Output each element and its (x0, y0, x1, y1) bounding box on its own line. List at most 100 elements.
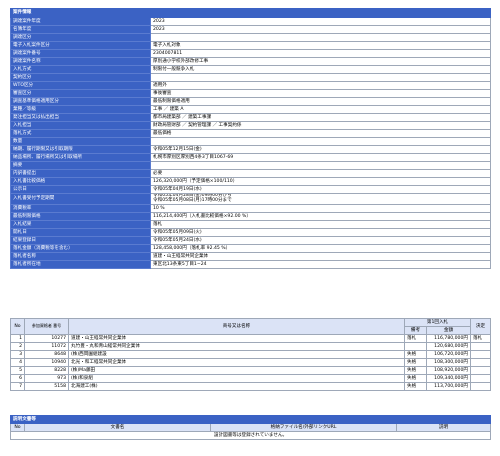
field-value: 10 % (149, 204, 492, 213)
result-decision (470, 350, 491, 359)
bid-results-table: No 参加資格者 番号 商号又は名称 第1回入札 決定 備考 金額 1 10277… (10, 318, 491, 391)
case-info-row: 落札者名称 道建・山王経常共同企業体 (10, 252, 492, 261)
result-remarks: 失格 (404, 366, 427, 375)
table-row: 5 8228 (株)Ma藤田 失格 108,920,000円 (10, 366, 491, 375)
case-info-row: 落札金額（消費税等を含む） 128,458,000円（落札率 92.45 %） (10, 244, 492, 253)
case-info-row: 摘要 (10, 161, 492, 170)
case-info-row: 入札担当 財政局管財部 ／ 契約管理課 ／ 工事契約係 (10, 121, 492, 130)
field-value: 令和05年05月24日(水) (149, 236, 492, 245)
col-remarks: 備考 (404, 326, 427, 335)
field-value: 令和05年05月09日(火) (149, 228, 492, 237)
col-round1: 第1回入札 (404, 318, 471, 327)
case-info-section-title: 案件情報 (9, 8, 492, 18)
field-value (149, 73, 492, 82)
result-name: (株)西岡園組建設 (68, 350, 405, 359)
case-info-table: 案件情報 調達案件年度 2023 名簿年度 2023 調達区分 電子入札案件区分 電子入札対… (9, 8, 492, 269)
result-no: 4 (10, 358, 25, 367)
field-value: 令和05年12月15日(金) (149, 145, 492, 154)
field-value: 126,320,000円（予定価格×100/110） (149, 177, 492, 186)
case-info-row: 名簿年度 2023 (10, 25, 492, 34)
case-info-row: 内訳書提出 必要 (10, 169, 492, 178)
doc-col-name: 文書名 (24, 423, 211, 432)
result-bidder-no: 5158 (24, 382, 69, 391)
result-amount: 108,920,000円 (426, 366, 471, 375)
field-value: 116,214,400円（入札書比較価格×92.00 %） (149, 212, 492, 221)
result-no: 1 (10, 334, 25, 343)
col-name: 商号又は名称 (68, 318, 405, 335)
field-label: 最低制限価格 (10, 212, 151, 221)
field-value: 最低価格 (149, 129, 492, 138)
field-value: 工事 ／ 建築 A (149, 105, 492, 114)
result-remarks: 失格 (404, 374, 427, 383)
field-label: 入札書受付予定期間 (10, 193, 151, 205)
result-name: 北海建工(株) (68, 382, 405, 391)
result-no: 2 (10, 342, 25, 351)
field-label: 調達案件年度 (10, 17, 151, 26)
field-value: 電子入札対象 (149, 41, 492, 50)
field-label: 消費税率 (10, 204, 151, 213)
col-bidder-no: 参加資格者 番号 (24, 318, 69, 335)
result-name: (株)和泉組 (68, 374, 405, 383)
table-row: 3 8648 (株)西岡園組建設 失格 106,720,000円 (10, 350, 491, 359)
result-amount: 113,700,000円 (426, 382, 471, 391)
field-label: 開札日 (10, 228, 151, 237)
documents-empty-message: 設計図書等は登録されていません。 (9, 431, 492, 440)
table-row: 4 10940 北光・和工経常共同企業体 失格 108,300,000円 (10, 358, 491, 367)
field-label: 入札結果 (10, 220, 151, 229)
field-value: 都市局建築部 ／ 建築工事課 (149, 113, 492, 122)
field-label: 調査基準価格適用区分 (10, 97, 151, 106)
table-row: 7 5158 北海建工(株) 失格 113,700,000円 (10, 382, 491, 391)
field-value: 2023 (149, 25, 492, 34)
table-row: 6 973 (株)和泉組 失格 109,340,000円 (10, 374, 491, 383)
case-info-row: 契約区分 (10, 73, 492, 82)
col-amount: 金額 (426, 326, 471, 335)
field-label: 調達区分 (10, 33, 151, 42)
field-label: 発注担当又は払出担当 (10, 113, 151, 122)
field-value: 落札 (149, 220, 492, 229)
field-label: 落札者所在地 (10, 260, 151, 269)
result-bidder-no: 8648 (24, 350, 69, 359)
page: 案件情報 調達案件年度 2023 名簿年度 2023 調達区分 電子入札案件区分 電子入札対… (0, 0, 500, 456)
result-decision (470, 366, 491, 375)
case-info-row: 調査基準価格適用区分 最低制限価格適用 (10, 97, 492, 106)
case-info-row: 入札書受付予定期間 令和05年04月28日(金)09時00分から 令和05年05月… (10, 193, 492, 205)
result-bidder-no: 10277 (24, 334, 69, 343)
case-info-row: 数量 (10, 137, 492, 146)
doc-col-no: No (10, 423, 25, 432)
field-value: 2304007811 (149, 49, 492, 58)
table-row: 2 11072 丸竹豊・丸和青山経常共同企業体 120,680,000円 (10, 342, 491, 351)
field-label: 落札者名称 (10, 252, 151, 261)
field-value: 札幌市厚別区厚別西4条3丁目1067-69 (149, 153, 492, 162)
field-value: 東区北13条東5丁目1−24 (149, 260, 492, 269)
field-label: 業種／等級 (10, 105, 151, 114)
result-amount: 116,780,000円 (426, 334, 471, 343)
case-info-row: 調達区分 (10, 33, 492, 42)
case-info-row: 入札結果 落札 (10, 220, 492, 229)
case-info-row: 落札方式 最低価格 (10, 129, 492, 138)
result-amount: 106,720,000円 (426, 350, 471, 359)
result-decision (470, 342, 491, 351)
field-label: 名簿年度 (10, 25, 151, 34)
case-info-row: 結果登録日 令和05年05月24日(水) (10, 236, 492, 245)
field-value: 128,458,000円（落札率 92.45 %） (149, 244, 492, 253)
field-label: 契約区分 (10, 73, 151, 82)
field-value (149, 33, 492, 42)
result-amount: 108,300,000円 (426, 358, 471, 367)
case-info-row: 調達案件名称 厚別通小学校外部改修工事 (10, 57, 492, 66)
result-amount: 120,680,000円 (426, 342, 471, 351)
case-info-row: 入札方式 制限付一般競争入札 (10, 65, 492, 74)
result-no: 3 (10, 350, 25, 359)
field-value: 必要 (149, 169, 492, 178)
field-label: 結果登録日 (10, 236, 151, 245)
result-remarks: 失格 (404, 382, 427, 391)
field-value: 事後審査 (149, 89, 492, 98)
documents-table: 説明文書等 No 文書名 格納ファイル名/外部リンクURL 説明 設計図書等は登… (9, 415, 492, 440)
result-bidder-no: 8228 (24, 366, 69, 375)
col-no: No (10, 318, 25, 335)
result-decision: 落札 (470, 334, 491, 343)
case-info-row: 公示日 令和05年04月19日(水) (10, 185, 492, 194)
result-name: 道建・山王経常共同企業体 (68, 334, 405, 343)
result-remarks: 落札 (404, 334, 427, 343)
case-info-row: 納品場所、履行場所又は引取場所 札幌市厚別区厚別西4条3丁目1067-69 (10, 153, 492, 162)
field-label: 納期、履行期限又は引取期限 (10, 145, 151, 154)
